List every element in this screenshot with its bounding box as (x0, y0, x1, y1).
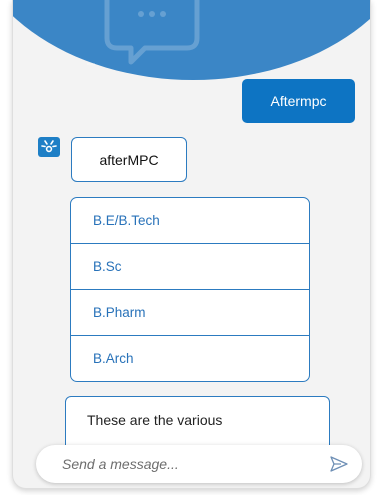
option-bpharm[interactable]: B.Pharm (71, 290, 309, 336)
send-icon[interactable] (330, 456, 348, 472)
message-composer (36, 445, 362, 483)
option-bsc[interactable]: B.Sc (71, 244, 309, 290)
chat-window: Aftermpc afterMPC B.E/B.Tech B.Sc B.Phar… (12, 0, 371, 489)
bot-icon (41, 140, 57, 153)
chat-bubble-icon (87, 0, 200, 66)
bot-avatar (38, 137, 60, 157)
message-input[interactable] (60, 455, 314, 473)
bot-message: afterMPC (71, 137, 187, 182)
option-be-btech[interactable]: B.E/B.Tech (71, 198, 309, 244)
option-barch[interactable]: B.Arch (71, 336, 309, 381)
user-message: Aftermpc (242, 79, 355, 123)
quick-reply-options: B.E/B.Tech B.Sc B.Pharm B.Arch (70, 197, 310, 382)
